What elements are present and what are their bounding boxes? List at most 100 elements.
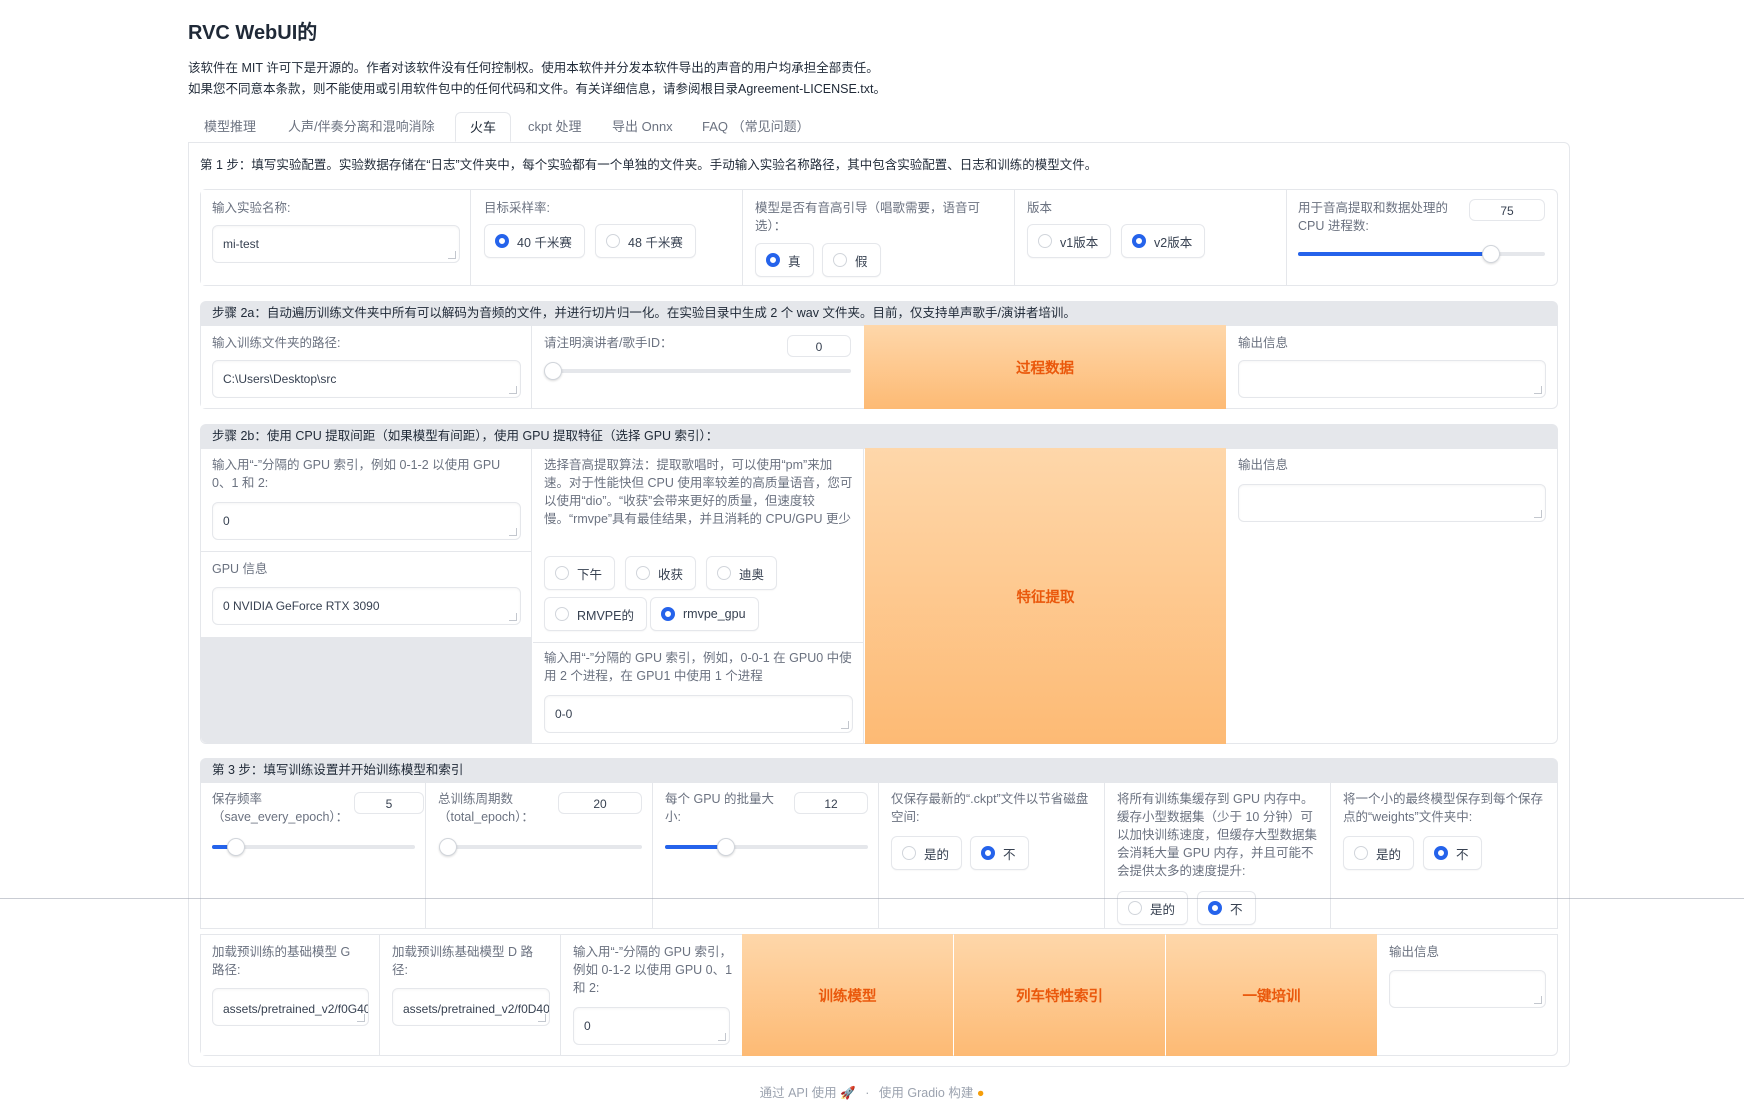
cpu-slider[interactable]	[1298, 245, 1545, 263]
gpu-index-value: 0	[223, 514, 230, 528]
resize-grip-icon[interactable]	[509, 528, 517, 536]
radio-weights-yes[interactable]: 是的	[1343, 836, 1415, 870]
radio-v2[interactable]: v2版本	[1121, 224, 1206, 258]
tab-onnx[interactable]: 导出 Onnx	[598, 112, 687, 142]
step3-output-field[interactable]	[1389, 970, 1546, 1008]
radio-pm[interactable]: 下午	[544, 556, 616, 590]
cache-gpu-label: 将所有训练集缓存到 GPU 内存中。缓存小型数据集（少于 10 分钟）可以加快训…	[1117, 792, 1318, 878]
step3-header: 第 3 步：填写训练设置并开始训练模型和索引	[200, 758, 1558, 782]
train-model-button[interactable]: 训练模型	[742, 934, 953, 1056]
footer-separator: ·	[865, 1086, 870, 1100]
radio-checked-icon	[495, 234, 509, 248]
speaker-id-slider[interactable]	[544, 362, 851, 380]
resize-grip-icon[interactable]	[538, 1014, 546, 1022]
gpu-process-input[interactable]: 0-0	[544, 695, 853, 733]
batch-size-slider-thumb[interactable]	[716, 838, 735, 856]
resize-grip-icon[interactable]	[509, 386, 517, 394]
radio-harvest[interactable]: 收获	[625, 556, 697, 590]
extract-features-button[interactable]: 特征提取	[865, 448, 1226, 744]
step2b-output-label: 输出信息	[1238, 458, 1289, 472]
step2a-output-field[interactable]	[1238, 360, 1546, 398]
gpu-info-label: GPU 信息	[212, 562, 268, 576]
radio-weights-yes-label: 是的	[1376, 847, 1402, 862]
tab-inference[interactable]: 模型推理	[190, 112, 270, 142]
total-epoch-label: 总训练周期数（total_epoch）：	[438, 792, 534, 824]
radio-latest-no[interactable]: 不	[970, 836, 1029, 870]
save-freq-input[interactable]: 5	[354, 792, 424, 814]
radio-sr-40k[interactable]: 40 千米赛	[484, 224, 585, 258]
radio-checked-icon	[661, 607, 675, 621]
step2a-header: 步骤 2a：自动遍历训练文件夹中所有可以解码为音频的文件，并进行切片归一化。在实…	[200, 301, 1558, 325]
train-gpus-value: 0	[584, 1019, 591, 1033]
radio-rmvpe-gpu[interactable]: rmvpe_gpu	[650, 597, 759, 631]
radio-cache-yes[interactable]: 是的	[1117, 891, 1189, 925]
version-label: 版本	[1027, 201, 1053, 215]
train-path-value: C:\Users\Desktop\src	[223, 372, 337, 386]
radio-harvest-label: 收获	[658, 567, 684, 582]
radio-checked-icon	[1132, 234, 1146, 248]
gpu-process-value: 0-0	[555, 707, 573, 721]
process-data-button[interactable]: 过程数据	[864, 325, 1226, 409]
speaker-id-slider-thumb[interactable]	[544, 362, 562, 380]
radio-sr-48k[interactable]: 48 千米赛	[595, 224, 696, 258]
resize-grip-icon[interactable]	[718, 1033, 726, 1041]
footer-gradio-link[interactable]: 使用 Gradio 构建	[879, 1086, 973, 1100]
radio-sr-48k-label: 48 千米赛	[628, 235, 683, 250]
radio-rmvpe-gpu-label: rmvpe_gpu	[683, 607, 746, 621]
tab-faq[interactable]: FAQ （常见问题）	[688, 112, 824, 142]
gpu-info-field[interactable]: 0 NVIDIA GeForce RTX 3090	[212, 587, 521, 625]
save-freq-slider[interactable]	[212, 838, 415, 856]
pretrained-g-input[interactable]: assets/pretrained_v2/f0G40k.pth	[212, 988, 369, 1026]
radio-cache-no[interactable]: 不	[1197, 891, 1256, 925]
step2b-output-field[interactable]	[1238, 484, 1546, 522]
total-epoch-slider-thumb[interactable]	[439, 838, 458, 856]
resize-grip-icon[interactable]	[509, 613, 517, 621]
radio-unchecked-icon	[717, 566, 731, 580]
speaker-id-input[interactable]: 0	[787, 335, 851, 357]
total-epoch-slider[interactable]	[439, 838, 642, 856]
radio-weights-no[interactable]: 不	[1423, 836, 1482, 870]
one-click-train-button[interactable]: 一键培训	[1166, 934, 1377, 1056]
resize-grip-icon[interactable]	[448, 251, 456, 259]
radio-checked-icon	[1434, 846, 1448, 860]
footer-api-link[interactable]: 通过 API 使用	[760, 1086, 837, 1100]
batch-size-slider[interactable]	[665, 838, 868, 856]
radio-cache-yes-label: 是的	[1150, 902, 1176, 917]
resize-grip-icon[interactable]	[1534, 996, 1542, 1004]
cpu-slider-thumb[interactable]	[1481, 245, 1500, 263]
step2b-empty-area	[201, 637, 532, 743]
f0-label: 模型是否有音高引导（唱歌需要，语音可选）：	[755, 201, 981, 233]
radio-unchecked-icon	[555, 566, 569, 580]
total-epoch-input[interactable]: 20	[558, 792, 642, 814]
exp-name-input[interactable]: mi-test	[212, 225, 460, 263]
radio-dio[interactable]: 迪奥	[706, 556, 778, 590]
radio-f0-true[interactable]: 真	[755, 243, 814, 277]
train-path-input[interactable]: C:\Users\Desktop\src	[212, 360, 521, 398]
tab-separation[interactable]: 人声/伴奏分离和混响消除	[274, 112, 449, 142]
radio-rmvpe[interactable]: RMVPE的	[544, 597, 647, 631]
radio-latest-yes-label: 是的	[924, 847, 950, 862]
train-index-button[interactable]: 列车特性索引	[954, 934, 1165, 1056]
resize-grip-icon[interactable]	[357, 1014, 365, 1022]
pretrained-d-input[interactable]: assets/pretrained_v2/f0D40k.pth	[392, 988, 550, 1026]
train-gpus-label: 输入用“-”分隔的 GPU 索引，例如 0-1-2 以使用 GPU 0、1 和 …	[573, 945, 733, 995]
tab-train[interactable]: 火车	[455, 112, 512, 142]
radio-sr-40k-label: 40 千米赛	[517, 235, 572, 250]
radio-checked-icon	[1208, 901, 1222, 915]
train-gpus-input[interactable]: 0	[573, 1007, 730, 1045]
save-weights-label: 将一个小的最终模型保存到每个保存点的“weights”文件夹中:	[1343, 792, 1544, 824]
cpu-label: 用于音高提取和数据处理的 CPU 进程数:	[1298, 201, 1449, 233]
step1-text: 第 1 步：填写实验配置。实验数据存储在“日志”文件夹中，每个实验都有一个单独的…	[200, 158, 1098, 172]
cpu-number-input[interactable]: 75	[1469, 199, 1545, 221]
resize-grip-icon[interactable]	[1534, 510, 1542, 518]
radio-v1[interactable]: v1版本	[1027, 224, 1112, 258]
radio-f0-false[interactable]: 假	[822, 243, 881, 277]
gpu-index-input[interactable]: 0	[212, 502, 521, 540]
tab-ckpt[interactable]: ckpt 处理	[514, 112, 595, 142]
batch-size-input[interactable]: 12	[794, 792, 868, 814]
resize-grip-icon[interactable]	[841, 721, 849, 729]
radio-latest-yes[interactable]: 是的	[891, 836, 963, 870]
resize-grip-icon[interactable]	[1534, 386, 1542, 394]
radio-unchecked-icon	[606, 234, 620, 248]
intro-text: 该软件在 MIT 许可下是开源的。作者对该软件没有任何控制权。使用本软件并分发本…	[188, 58, 886, 100]
